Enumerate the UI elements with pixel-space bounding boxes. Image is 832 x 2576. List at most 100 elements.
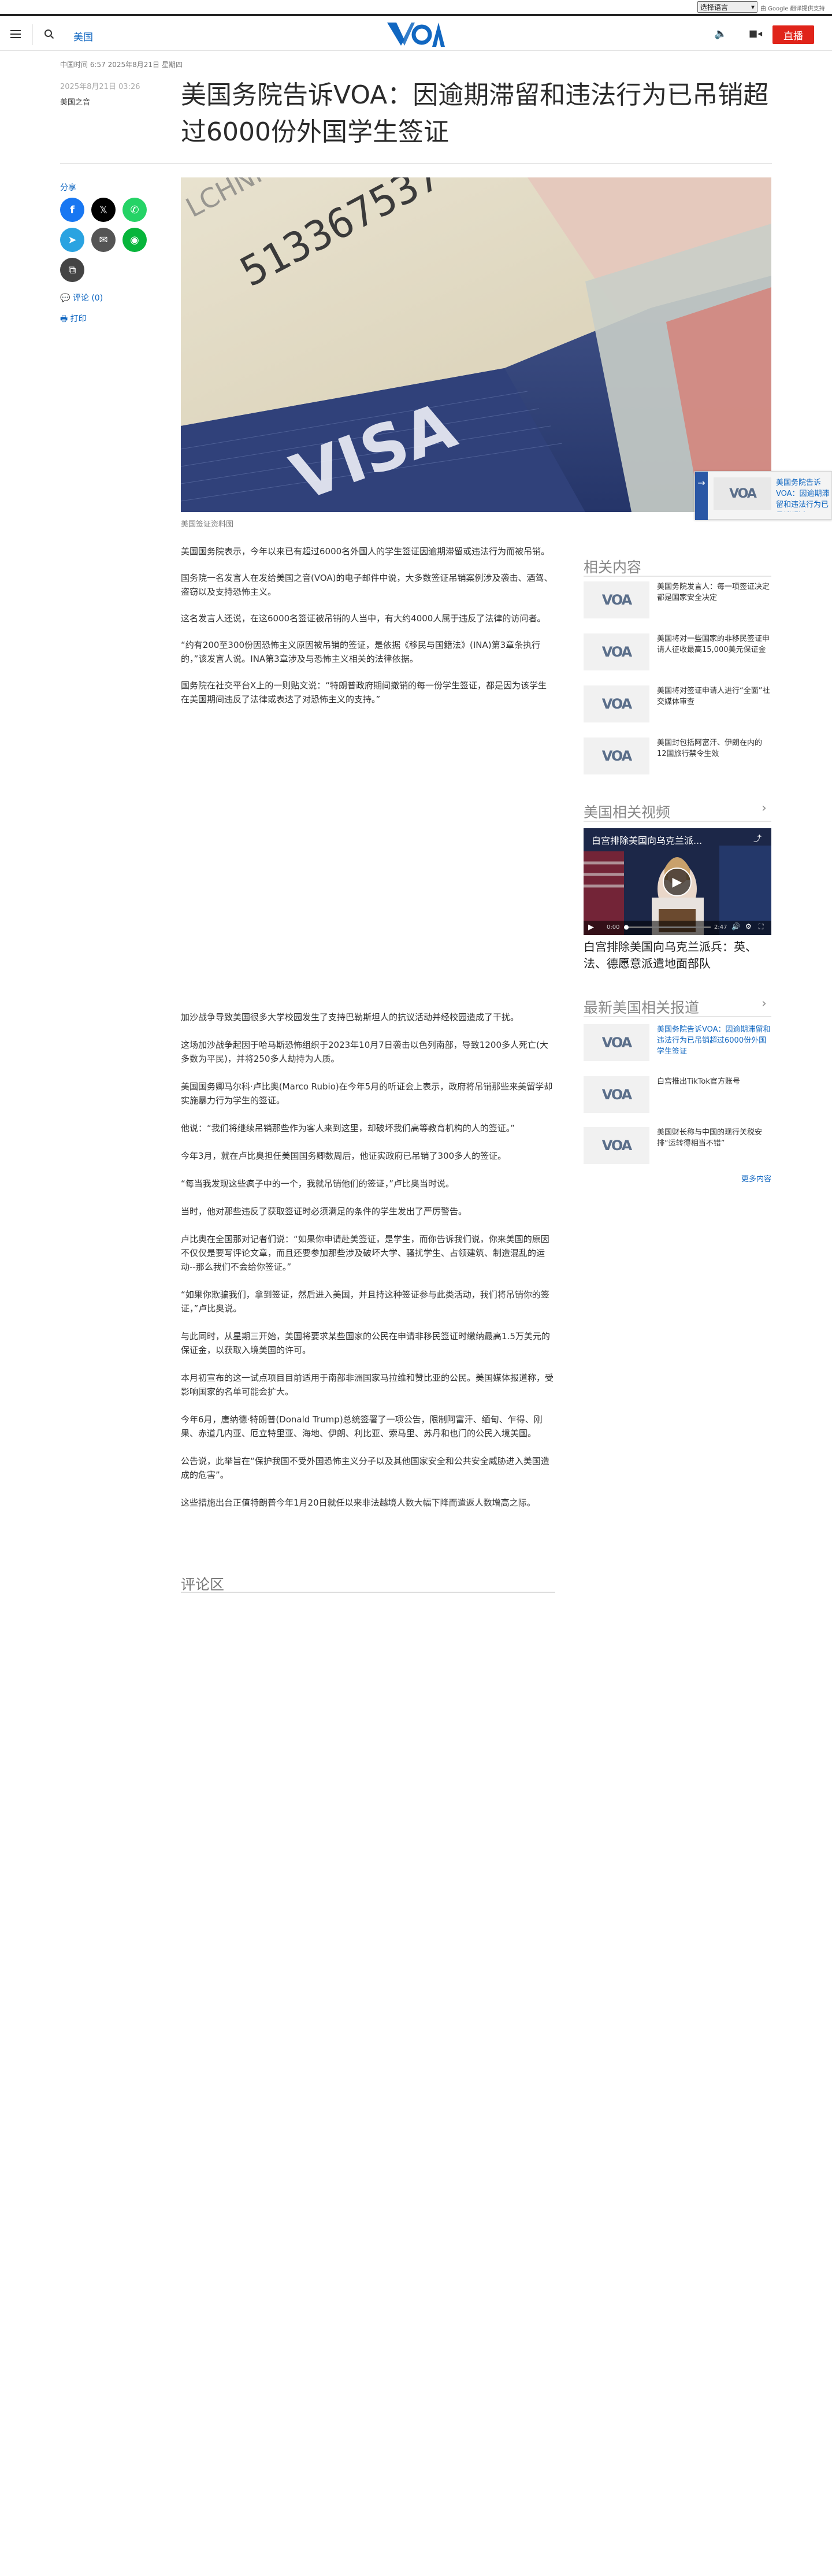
comments-heading: 评论区 — [181, 1576, 225, 1593]
paragraph: 这名发言人还说，在这6000名签证被吊销的人当中，有大约4000人属于违反了法律… — [181, 613, 546, 624]
language-select-label: 选择语言 — [700, 3, 729, 12]
thumbnail: VOA — [584, 1127, 649, 1164]
image-caption: 美国签证资料图 — [181, 520, 234, 529]
latest-item[interactable]: VOA 美国务院告诉VOA：因逾期滞留和违法行为已吊销超过6000份外国学生签证 — [584, 1024, 771, 1061]
related-item[interactable]: VOA 美国将对签证申请人进行“全面”社交媒体审查 — [584, 685, 771, 722]
related-item[interactable]: VOA 美国将对一些国家的非移民签证申请人征收最高15,000美元保证金 — [584, 633, 771, 670]
copy-link-icon[interactable]: ⧉ — [60, 258, 84, 282]
paragraph: 今年3月，就在卢比奥担任美国国务卿数周后，他证实政府已吊销了300多人的签证。 — [181, 1151, 507, 1161]
chevron-right-icon[interactable]: › — [762, 801, 767, 816]
thumbnail: VOA — [584, 685, 649, 722]
related-item-title: 美国将对一些国家的非移民签证申请人征收最高15,000美元保证金 — [657, 635, 770, 654]
hero-image: 513367537 VISA LCHNP — [181, 177, 771, 512]
google-translate-credit[interactable]: 由 Google 翻译提供支持 — [760, 3, 825, 12]
paragraph: 美国国务卿马尔科·卢比奥(Marco Rubio)在今年5月的听证会上表示，政府… — [181, 1081, 553, 1106]
control-play-icon[interactable]: ▶ — [588, 923, 594, 932]
paragraph: “如果你欺骗我们，拿到签证，然后进入美国，并且持这种签证参与此类活动，我们将吊销… — [181, 1289, 549, 1314]
nav-divider — [32, 24, 33, 45]
paragraph: 公告说，此举旨在“保护我国不受外国恐怖主义分子以及其他国家安全和公共安全威胁进入… — [181, 1456, 549, 1480]
top-utility-bar: 选择语言 ▾ 由 Google 翻译提供支持 — [0, 0, 832, 16]
article-title: 美国务院告诉VOA：因逾期滞留和违法行为已吊销超过6000份外国学生签证 — [181, 80, 769, 147]
chevron-down-icon: ▾ — [751, 3, 755, 11]
google-translate-label: 由 Google 翻译提供支持 — [760, 6, 825, 12]
x-icon[interactable]: 𝕏 — [91, 198, 116, 222]
language-select[interactable]: 选择语言 ▾ — [697, 1, 757, 13]
videos-divider — [584, 821, 771, 822]
article-body-top: 美国国务院表示，今年以来已有超过6000名外国人的学生签证因逾期滞留或违法行为而… — [181, 544, 555, 719]
latest-item[interactable]: VOA 白宫推出TikTok官方账号 — [584, 1076, 771, 1113]
whatsapp-icon[interactable]: ✆ — [122, 198, 147, 222]
comments-link[interactable]: 💬 评论 (0) — [60, 292, 103, 303]
voa-logo[interactable] — [387, 23, 445, 47]
camera-icon[interactable]: ■◂ — [749, 28, 762, 39]
line-icon[interactable]: ◉ — [122, 228, 147, 252]
timezone-line: 中国时间 6:57 2025年8月21日 星期四 — [60, 61, 183, 69]
volume-icon[interactable]: 🔊 — [731, 922, 740, 931]
thumbnail: VOA — [584, 1024, 649, 1061]
related-heading: 相关内容 — [584, 559, 642, 576]
thumbnail: VOA — [714, 477, 771, 510]
telegram-icon[interactable]: ➤ — [60, 228, 84, 252]
related-item[interactable]: VOA 美国务院发言人：每一项签证决定都是国家安全决定 — [584, 581, 771, 618]
latest-divider — [584, 1016, 771, 1017]
article-body-bottom: 加沙战争导致美国很多大学校园发生了支持巴勒斯坦人的抗议活动并经校园造成了干扰。 … — [181, 1010, 555, 1524]
video-duration: 2:47 — [714, 924, 727, 931]
more-link[interactable]: 更多内容 — [741, 1173, 771, 1184]
thumbnail: VOA — [584, 633, 649, 670]
video-title[interactable]: 白宫排除美国向乌克兰派兵：英、法、德愿意派遣地面部队 — [584, 939, 771, 972]
speaker-icon[interactable]: 🔈 — [714, 28, 727, 40]
fullscreen-icon[interactable]: ⛶ — [759, 922, 763, 931]
print-link[interactable]: 🖶 打印 — [60, 313, 87, 327]
paragraph: 加沙战争导致美国很多大学校园发生了支持巴勒斯坦人的抗议活动并经校园造成了干扰。 — [181, 1012, 519, 1022]
floating-article-card[interactable]: → VOA 美国务院告诉VOA：因逾期滞留和违法行为已吊销超过6000份外国学生… — [694, 471, 832, 520]
thumbnail: VOA — [584, 1076, 649, 1113]
paragraph: 本月初宣布的这一试点项目目前适用于南部非洲国家马拉维和赞比亚的公民。美国媒体报道… — [181, 1373, 554, 1397]
main-navigation: 美国 🔈 ■◂ 直播 — [0, 18, 832, 51]
related-item-title: 美国将对签证申请人进行“全面”社交媒体审查 — [657, 687, 770, 706]
latest-item-title: 白宫推出TikTok官方账号 — [657, 1077, 740, 1086]
settings-icon[interactable]: ⚙ — [745, 922, 752, 931]
menu-icon[interactable] — [10, 30, 21, 38]
print-icon: 🖶 — [60, 314, 70, 324]
title-divider — [60, 163, 772, 164]
paragraph: 国务院一名发言人在发给美国之音(VOA)的电子邮件中说，大多数签证吊销案例涉及袭… — [181, 573, 553, 597]
share-label: 分享 — [60, 183, 76, 192]
paragraph: 这场加沙战争起因于哈马斯恐怖组织于2023年10月7日袭击以色列南部，导致120… — [181, 1040, 548, 1064]
thumbnail: VOA — [584, 581, 649, 618]
videos-heading[interactable]: 美国相关视频 — [584, 801, 670, 822]
arrow-right-icon[interactable]: → — [695, 472, 708, 520]
email-icon[interactable]: ✉ — [91, 228, 116, 252]
related-item[interactable]: VOA 美国封包括阿富汗、伊朗在内的12国旅行禁令生效 — [584, 737, 771, 774]
live-button[interactable]: 直播 — [772, 25, 814, 44]
paragraph: 当时，他对那些违反了获取签证时必须满足的条件的学生发出了严厉警告。 — [181, 1206, 467, 1217]
comments-link-label: 评论 (0) — [72, 294, 103, 303]
related-divider — [584, 576, 771, 577]
paragraph: 美国国务院表示，今年以来已有超过6000名外国人的学生签证因逾期滞留或违法行为而… — [181, 546, 550, 557]
search-icon[interactable] — [44, 29, 54, 39]
video-player[interactable]: 白宫排除美国向乌克兰派... ⤴ ▶ ▶ 0:00 2:47 🔊 ⚙ ⛶ — [584, 828, 771, 935]
paragraph: “每当我发现这些疯子中的一个，我就吊销他们的签证，”卢比奥当时说。 — [181, 1178, 455, 1189]
paragraph: 与此同时，从星期三开始，美国将要求某些国家的公民在申请非移民签证时缴纳最高1.5… — [181, 1331, 550, 1355]
latest-item[interactable]: VOA 美国财长称与中国的现行关税安排“运转得相当不错” — [584, 1127, 771, 1164]
related-item-title: 美国务院发言人：每一项签证决定都是国家安全决定 — [657, 583, 770, 602]
latest-heading[interactable]: 最新美国相关报道 — [584, 996, 699, 1017]
facebook-icon[interactable]: f — [60, 198, 84, 222]
play-icon[interactable]: ▶ — [663, 868, 692, 896]
comment-icon: 💬 — [60, 294, 73, 303]
share-icon[interactable]: ⤴ — [753, 833, 762, 844]
video-overlay-title: 白宫排除美国向乌克兰派... — [592, 835, 703, 846]
paragraph: 今年6月，唐纳德·特朗普(Donald Trump)总统签署了一项公告，限制阿富… — [181, 1414, 543, 1439]
byline: 美国之音 — [60, 98, 91, 107]
paragraph: 他说：“我们将继续吊销那些作为客人来到这里，却破坏我们高等教育机构的人的签证。” — [181, 1123, 515, 1133]
print-link-label: 打印 — [70, 314, 87, 324]
related-item-title: 美国封包括阿富汗、伊朗在内的12国旅行禁令生效 — [657, 739, 763, 758]
video-time: 0:00 — [607, 924, 620, 931]
chevron-right-icon[interactable]: › — [762, 996, 767, 1011]
latest-item-title: 美国务院告诉VOA：因逾期滞留和违法行为已吊销超过6000份外国学生签证 — [657, 1025, 771, 1056]
paragraph: 国务院在社交平台X上的一则贴文说：“特朗普政府期间撤销的每一份学生签证，都是因为… — [181, 680, 547, 705]
section-link-us[interactable]: 美国 — [73, 29, 93, 43]
comments-divider — [181, 1592, 555, 1593]
paragraph: 卢比奥在全国那对记者们说：“如果你申请赴美签证，是学生，而你告诉我们说，你来美国… — [181, 1234, 549, 1272]
paragraph: “约有200至300份因恐怖主义原因被吊销的签证，是依据《移民与国籍法》(INA… — [181, 640, 541, 664]
paragraph: 这些措施出台正值特朗普今年1月20日就任以来非法越境人数大幅下降而遣返人数增高之… — [181, 1498, 536, 1508]
